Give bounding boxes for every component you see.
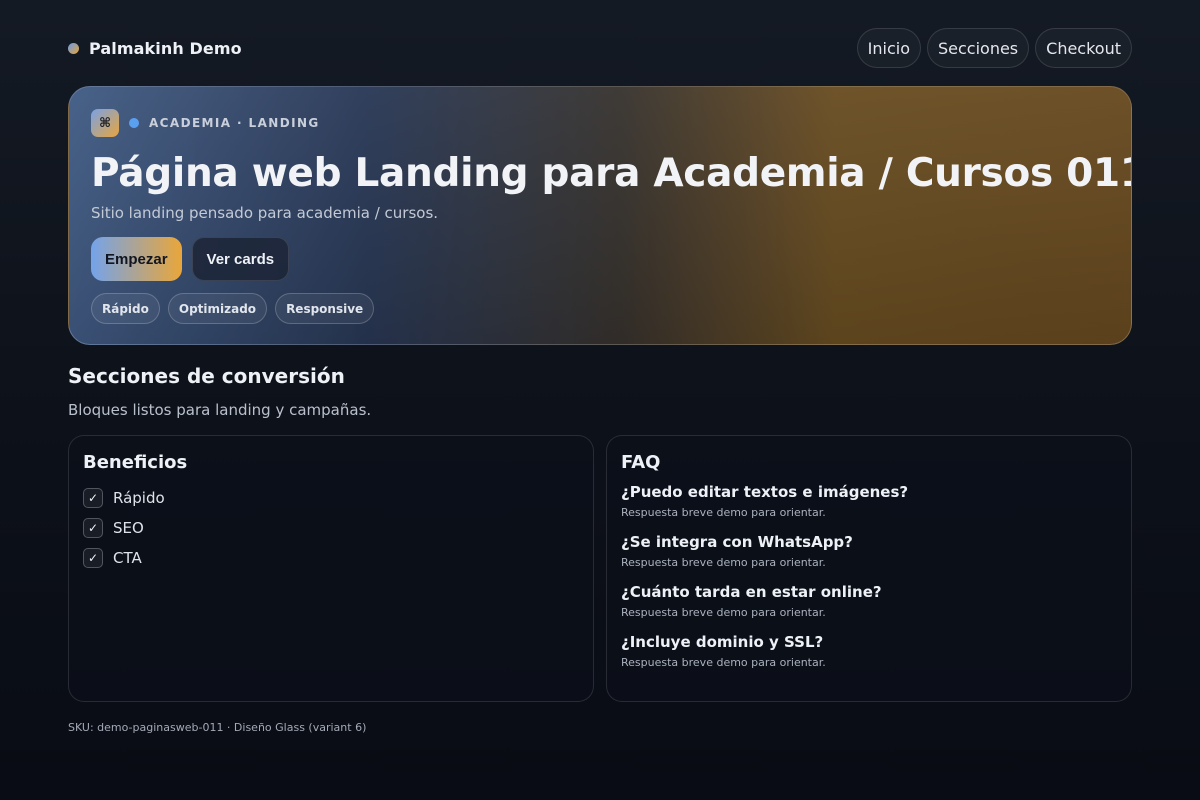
checkmark-icon: ✓	[83, 518, 103, 538]
faq-question: ¿Puedo editar textos e imágenes?	[621, 483, 909, 501]
section-subtitle: Bloques listos para landing y campañas.	[68, 401, 372, 419]
hero-kicker-text: ACADEMIA · LANDING	[149, 116, 320, 130]
chip-optimizado: Optimizado	[167, 293, 268, 324]
start-button[interactable]: Empezar	[91, 237, 182, 281]
chip-rapido: Rápido	[91, 293, 160, 324]
benefit-label: Rápido	[113, 489, 165, 507]
brand[interactable]: Palmakinh Demo	[68, 39, 242, 58]
faq-card: FAQ ¿Puedo editar textos e imágenes? Res…	[606, 435, 1132, 702]
checkmark-icon: ✓	[83, 548, 103, 568]
footer-note: SKU: demo-paginasweb-011 · Diseño Glass …	[68, 721, 367, 734]
feature-chips: Rápido Optimizado Responsive	[91, 293, 1109, 324]
faq-item[interactable]: ¿Incluye dominio y SSL? Respuesta breve …	[621, 633, 1117, 669]
benefits-title: Beneficios	[83, 452, 188, 473]
hero-actions: Empezar Ver cards	[91, 237, 1109, 281]
main-nav: Inicio Secciones Checkout	[856, 28, 1132, 68]
checkmark-icon: ✓	[83, 488, 103, 508]
hero-subtitle: Sitio landing pensado para academia / cu…	[91, 204, 439, 222]
page-title: Página web Landing para Academia / Curso…	[91, 151, 1132, 196]
benefit-label: CTA	[113, 549, 142, 567]
view-cards-button[interactable]: Ver cards	[191, 237, 290, 281]
status-dot-icon	[129, 118, 139, 128]
list-item: ✓ SEO	[83, 513, 579, 543]
section-title: Secciones de conversión	[68, 364, 345, 388]
faq-question: ¿Cuánto tarda en estar online?	[621, 583, 882, 601]
nav-item-inicio[interactable]: Inicio	[856, 28, 921, 68]
page: Palmakinh Demo Inicio Secciones Checkout…	[0, 0, 1200, 800]
top-bar: Palmakinh Demo Inicio Secciones Checkout	[68, 28, 1132, 68]
hero-kicker: ⌘ ACADEMIA · LANDING	[91, 109, 1109, 137]
list-item: ✓ Rápido	[83, 483, 579, 513]
chip-responsive: Responsive	[275, 293, 375, 324]
benefit-label: SEO	[113, 519, 144, 537]
brand-name: Palmakinh Demo	[89, 38, 242, 58]
brand-dot-icon	[68, 42, 79, 54]
faq-item[interactable]: ¿Puedo editar textos e imágenes? Respues…	[621, 483, 1117, 519]
nav-item-secciones[interactable]: Secciones	[926, 28, 1030, 68]
faq-answer: Respuesta breve demo para orientar.	[621, 606, 826, 619]
faq-title: FAQ	[621, 452, 661, 473]
faq-answer: Respuesta breve demo para orientar.	[621, 656, 826, 669]
faq-item[interactable]: ¿Cuánto tarda en estar online? Respuesta…	[621, 583, 1117, 619]
faq-answer: Respuesta breve demo para orientar.	[621, 506, 826, 519]
nav-item-checkout[interactable]: Checkout	[1035, 28, 1132, 68]
faq-answer: Respuesta breve demo para orientar.	[621, 556, 826, 569]
list-item: ✓ CTA	[83, 543, 579, 573]
faq-question: ¿Incluye dominio y SSL?	[621, 633, 824, 651]
benefits-card: Beneficios ✓ Rápido ✓ SEO ✓ CTA	[68, 435, 594, 702]
faq-item[interactable]: ¿Se integra con WhatsApp? Respuesta brev…	[621, 533, 1117, 569]
hero-content: ⌘ ACADEMIA · LANDING Página web Landing …	[91, 109, 1132, 324]
hero-panel: ⌘ ACADEMIA · LANDING Página web Landing …	[68, 86, 1132, 345]
faq-question: ¿Se integra con WhatsApp?	[621, 533, 853, 551]
command-icon: ⌘	[91, 109, 119, 137]
